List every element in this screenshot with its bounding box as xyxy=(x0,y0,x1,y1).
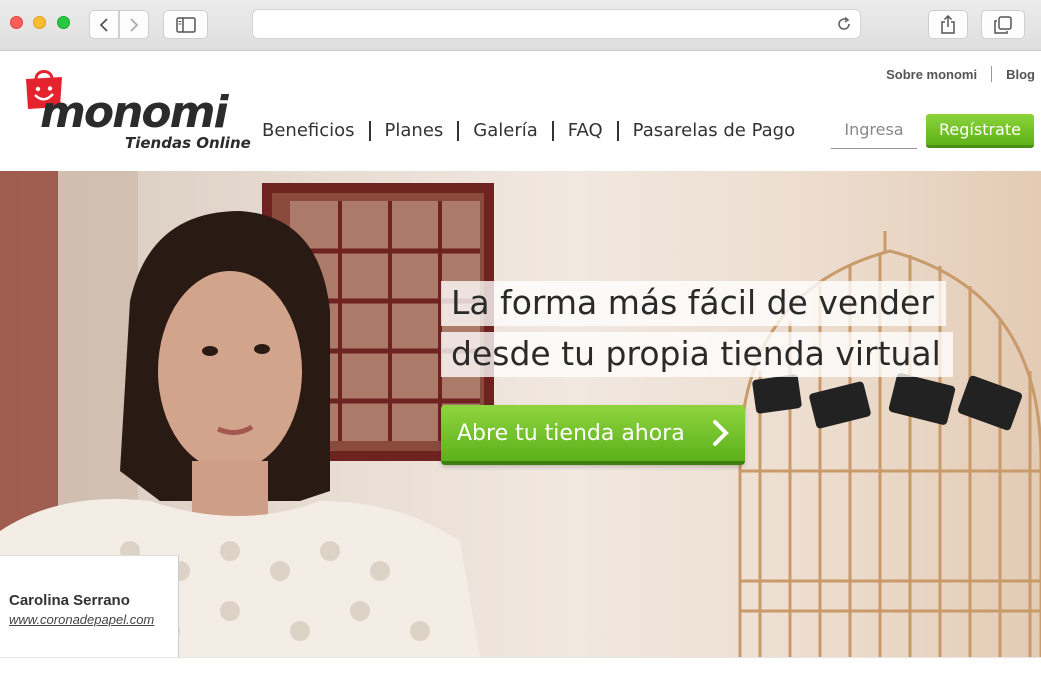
sidebar-toggle-button[interactable] xyxy=(163,10,208,39)
monomi-logo[interactable]: monomi Tiendas Online xyxy=(22,63,252,158)
back-button[interactable] xyxy=(89,10,119,39)
close-window-button[interactable] xyxy=(10,16,23,29)
forward-button[interactable] xyxy=(119,10,149,39)
reload-icon[interactable] xyxy=(836,16,852,37)
nav-item-beneficios[interactable]: Beneficios xyxy=(262,120,355,141)
chevron-right-icon xyxy=(130,17,139,32)
open-store-button-label: Abre tu tienda ahora xyxy=(457,420,685,446)
login-link[interactable]: Ingresa xyxy=(831,113,917,149)
page-content-below xyxy=(0,657,1041,677)
nav-item-faq[interactable]: FAQ xyxy=(568,120,603,141)
register-button[interactable]: Regístrate xyxy=(926,114,1034,148)
share-button[interactable] xyxy=(928,10,968,39)
credit-name: Carolina Serrano xyxy=(9,592,130,609)
divider xyxy=(457,120,460,141)
divider xyxy=(616,120,619,141)
credit-link[interactable]: www.coronadepapel.com xyxy=(9,612,154,627)
nav-item-galeria[interactable]: Galería xyxy=(473,120,538,141)
sidebar-icon xyxy=(175,16,196,33)
photo-credit: Carolina Serrano www.coronadepapel.com xyxy=(0,555,179,657)
logo-wordmark: monomi xyxy=(40,87,229,138)
browser-toolbar xyxy=(0,0,1041,51)
hero-headline-line1: La forma más fácil de vender xyxy=(441,281,946,326)
hero-headline-line2: desde tu propia tienda virtual xyxy=(441,332,953,377)
chevron-right-icon xyxy=(713,420,729,446)
chevron-left-icon xyxy=(99,17,108,32)
top-link-sobre-monomi[interactable]: Sobre monomi xyxy=(886,67,977,82)
divider xyxy=(991,66,993,82)
nav-item-pasarelas-de-pago[interactable]: Pasarelas de Pago xyxy=(633,120,795,141)
nav-item-planes[interactable]: Planes xyxy=(385,120,444,141)
hero-headline: La forma más fácil de vender desde tu pr… xyxy=(441,281,953,383)
logo-tagline: Tiendas Online xyxy=(125,134,251,152)
share-icon xyxy=(941,14,955,34)
show-tabs-button[interactable] xyxy=(981,10,1025,39)
site-header: monomi Tiendas Online Sobre monomi Blog … xyxy=(0,51,1041,171)
open-store-button[interactable]: Abre tu tienda ahora xyxy=(441,405,745,465)
main-nav: Beneficios Planes Galería FAQ Pasarelas … xyxy=(262,120,795,141)
address-bar[interactable] xyxy=(252,9,861,39)
hero-banner: La forma más fácil de vender desde tu pr… xyxy=(0,171,1041,657)
divider xyxy=(551,120,554,141)
divider xyxy=(368,120,371,141)
top-link-blog[interactable]: Blog xyxy=(1006,67,1035,82)
tabs-icon xyxy=(994,15,1012,34)
zoom-window-button[interactable] xyxy=(57,16,70,29)
top-links: Sobre monomi Blog xyxy=(886,66,1035,82)
minimize-window-button[interactable] xyxy=(33,16,46,29)
